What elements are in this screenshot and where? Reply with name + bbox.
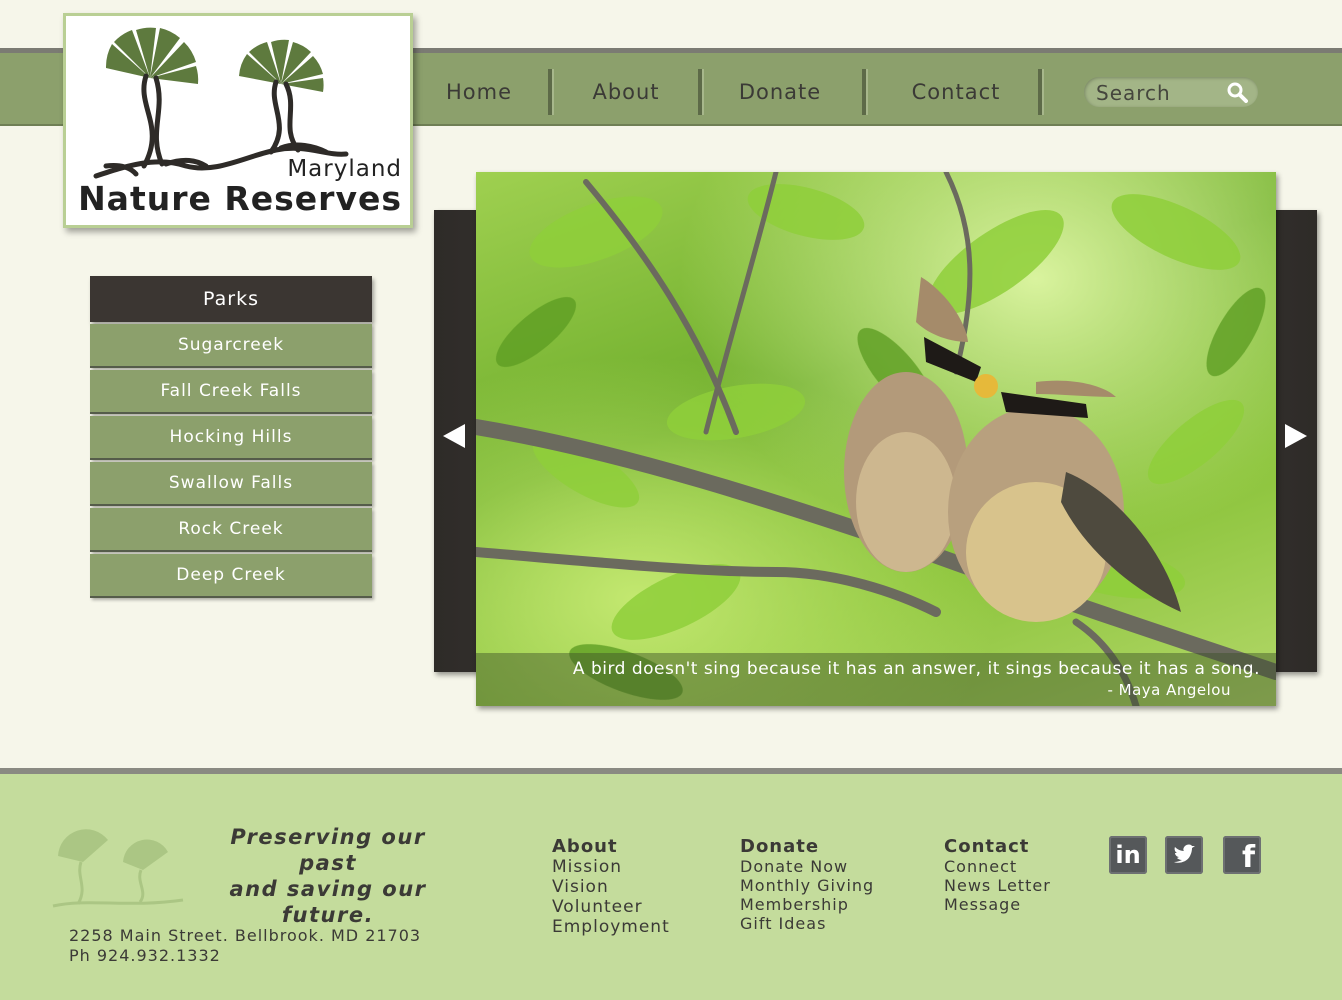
previous-slide-arrow-icon[interactable]: [443, 424, 465, 448]
footer-column-donate: Donate Donate Now Monthly Giving Members…: [740, 836, 874, 933]
phone-number: Ph 924.932.1332: [69, 946, 221, 965]
slide-photo-birds: A bird doesn't sing because it has an an…: [476, 172, 1276, 706]
nav-home[interactable]: Home: [440, 77, 518, 107]
nav-divider: [1038, 69, 1044, 115]
tagline-line-2: and saving our future.: [229, 877, 427, 927]
footer-link-connect[interactable]: Connect: [944, 857, 1051, 876]
footer-column-about: About Mission Vision Volunteer Employmen…: [552, 836, 670, 937]
footer-contact-title: Contact: [944, 836, 1030, 857]
birds-illustration: [476, 172, 1276, 706]
nav-divider: [548, 69, 554, 115]
footer-tagline: Preserving our past and saving our futur…: [198, 824, 458, 928]
tagline-line-1: Preserving our past: [230, 825, 426, 875]
footer-address-block: 2258 Main Street. Bellbrook. MD 21703 Ph…: [69, 926, 421, 966]
nav-donate[interactable]: Donate: [734, 77, 826, 107]
facebook-icon[interactable]: f: [1223, 836, 1261, 875]
nav-divider: [862, 69, 868, 115]
sidebar-item-swallow-falls[interactable]: Swallow Falls: [90, 462, 372, 506]
footer-link-vision[interactable]: Vision: [552, 877, 670, 897]
footer-link-employment[interactable]: Employment: [552, 917, 670, 937]
sidebar-item-sugarcreek[interactable]: Sugarcreek: [90, 324, 372, 368]
footer-about-title: About: [552, 836, 618, 857]
street-address: 2258 Main Street. Bellbrook. MD 21703: [69, 926, 422, 945]
footer-link-gift-ideas[interactable]: Gift Ideas: [740, 914, 874, 933]
site-logo[interactable]: Maryland Nature Reserves: [63, 13, 413, 228]
site-footer: Preserving our past and saving our futur…: [0, 768, 1342, 1000]
slide-caption: A bird doesn't sing because it has an an…: [476, 653, 1276, 706]
search-icon[interactable]: [1226, 81, 1248, 103]
sidebar-title: Parks: [90, 276, 372, 322]
linkedin-icon[interactable]: in: [1109, 836, 1147, 874]
footer-link-membership[interactable]: Membership: [740, 895, 874, 914]
sidebar-item-rock-creek[interactable]: Rock Creek: [90, 508, 372, 552]
nav-about[interactable]: About: [584, 77, 668, 107]
footer-link-message[interactable]: Message: [944, 895, 1051, 914]
footer-link-mission[interactable]: Mission: [552, 857, 670, 877]
twitter-icon[interactable]: [1165, 836, 1203, 874]
footer-link-donate-now[interactable]: Donate Now: [740, 857, 874, 876]
nav-divider: [698, 69, 704, 115]
sidebar-item-deep-creek[interactable]: Deep Creek: [90, 554, 372, 598]
footer-donate-title: Donate: [740, 836, 820, 857]
footer-logo-watermark-icon: [52, 829, 184, 908]
nav-contact[interactable]: Contact: [906, 77, 1006, 107]
sidebar-item-fall-creek-falls[interactable]: Fall Creek Falls: [90, 370, 372, 414]
logo-name: Nature Reserves: [78, 179, 402, 218]
parks-sidebar: Parks Sugarcreek Fall Creek Falls Hockin…: [90, 276, 372, 598]
footer-link-monthly-giving[interactable]: Monthly Giving: [740, 876, 874, 895]
quote-text: A bird doesn't sing because it has an an…: [572, 659, 1260, 679]
search-box: [1084, 77, 1258, 107]
search-input[interactable]: [1094, 79, 1228, 107]
next-slide-arrow-icon[interactable]: [1285, 424, 1307, 448]
footer-link-volunteer[interactable]: Volunteer: [552, 897, 670, 917]
footer-column-contact: Contact Connect News Letter Message: [944, 836, 1051, 914]
quote-author: - Maya Angelou: [1107, 681, 1231, 699]
footer-link-news-letter[interactable]: News Letter: [944, 876, 1051, 895]
sidebar-item-hocking-hills[interactable]: Hocking Hills: [90, 416, 372, 460]
